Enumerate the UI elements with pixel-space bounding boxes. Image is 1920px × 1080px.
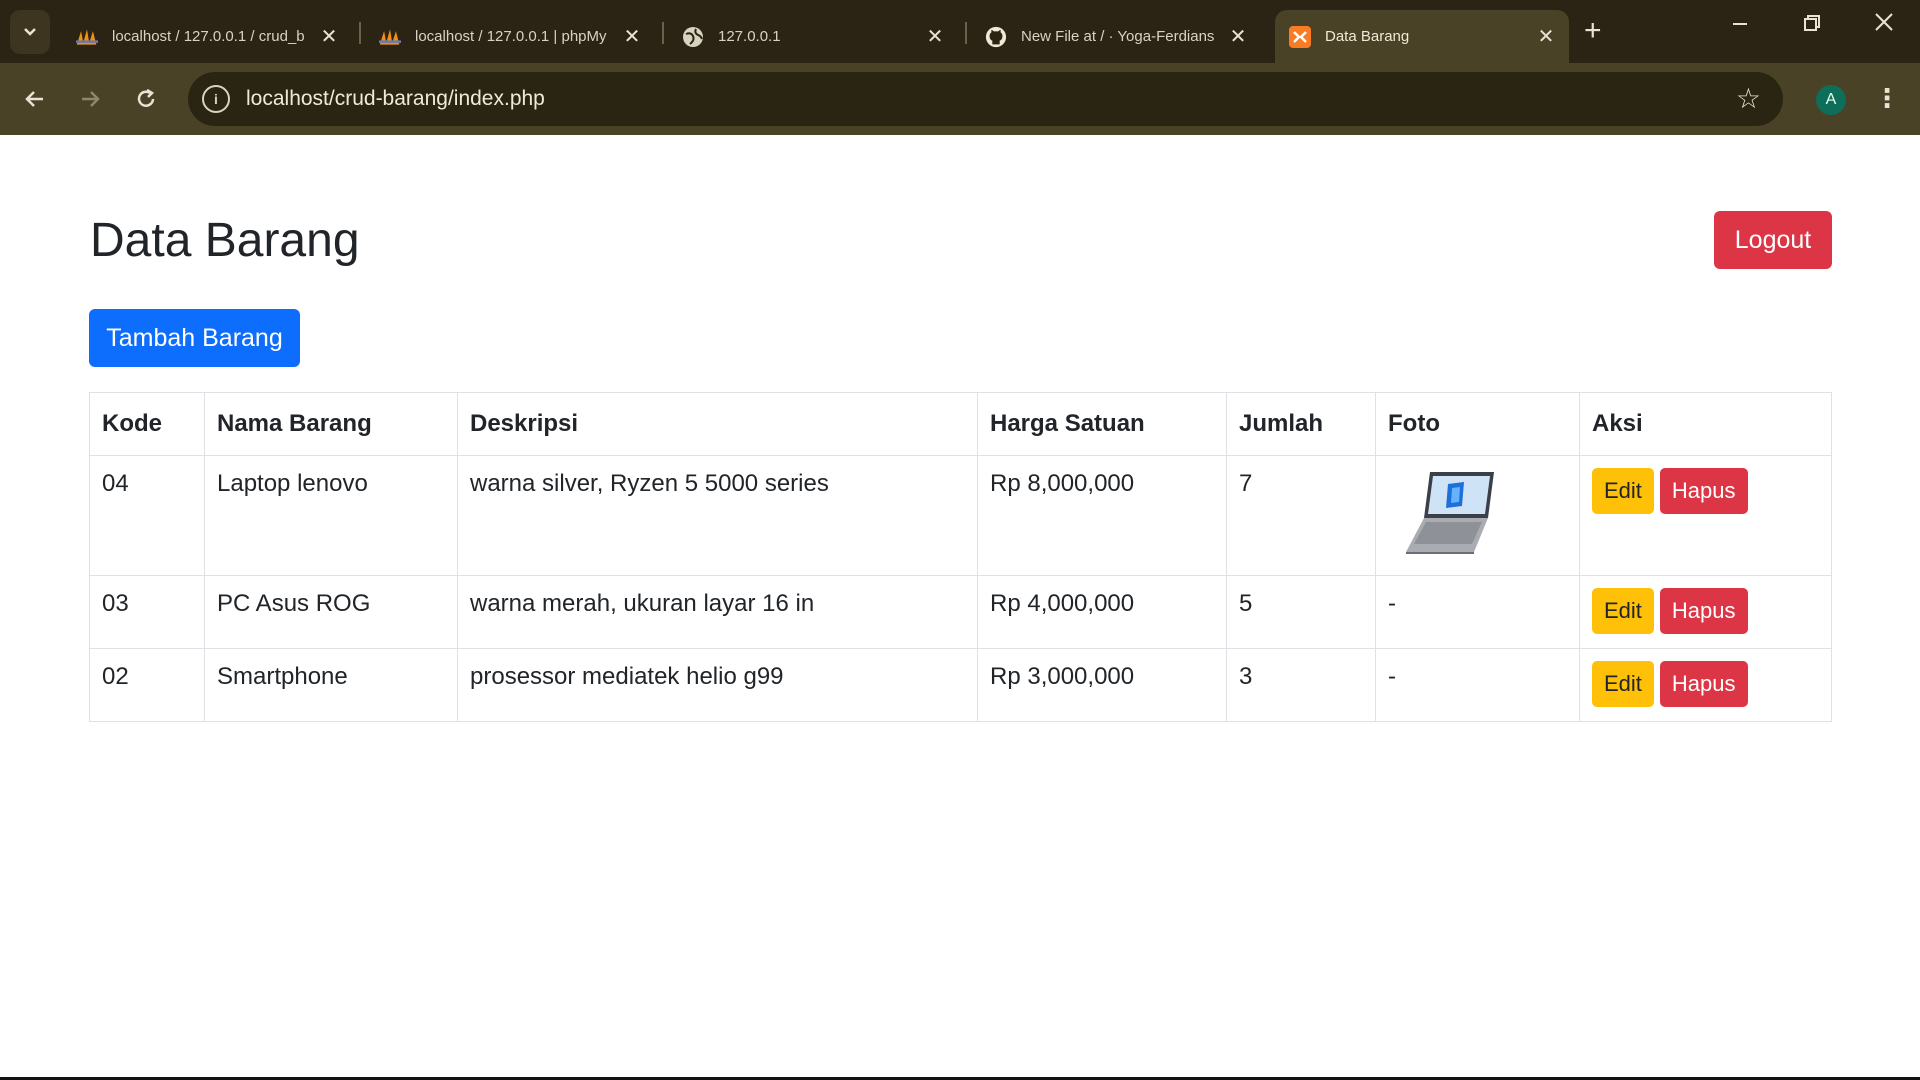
tab-phpmyadmin-1[interactable]: localhost / 127.0.0.1 / crud_b ✕ [62, 10, 352, 63]
close-icon[interactable]: ✕ [1537, 24, 1555, 49]
site-info-icon[interactable]: i [202, 85, 230, 113]
page-content: Data Barang Logout Tambah Barang Kode Na… [0, 135, 1920, 1080]
cell-foto: - [1375, 575, 1580, 649]
cell-foto: - [1375, 648, 1580, 722]
table-row: 03 PC Asus ROG warna merah, ukuran layar… [89, 575, 1832, 649]
cell-deskripsi: warna merah, ukuran layar 16 in [457, 575, 978, 649]
delete-button[interactable]: Hapus [1659, 468, 1748, 514]
tab-search-button[interactable] [10, 10, 50, 54]
cell-deskripsi: warna silver, Ryzen 5 5000 series [457, 455, 978, 576]
cell-kode: 02 [89, 648, 205, 722]
table-header-row: Kode Nama Barang Deskripsi Harga Satuan … [89, 392, 1832, 456]
cell-harga: Rp 4,000,000 [977, 575, 1227, 649]
tab-title: localhost / 127.0.0.1 / crud_b [112, 28, 305, 45]
github-icon [985, 26, 1007, 48]
phpmyadmin-icon [379, 26, 401, 48]
close-icon[interactable]: ✕ [926, 24, 944, 49]
phpmyadmin-icon [76, 26, 98, 48]
laptop-photo [1406, 472, 1494, 554]
header-foto: Foto [1375, 392, 1580, 456]
header-harga-satuan: Harga Satuan [977, 392, 1227, 456]
tab-localhost[interactable]: 127.0.0.1 ✕ [668, 10, 958, 63]
new-tab-icon[interactable]: + [1584, 14, 1602, 48]
restore-icon[interactable] [1803, 12, 1821, 38]
close-window-icon[interactable] [1874, 12, 1894, 38]
tab-title: New File at / · Yoga-Ferdians [1021, 28, 1215, 45]
tab-title: 127.0.0.1 [718, 28, 781, 45]
browser-toolbar: i localhost/crud-barang/index.php ☆ A ⋮ [0, 63, 1920, 135]
address-bar[interactable]: i localhost/crud-barang/index.php ☆ [188, 72, 1783, 126]
more-menu-icon[interactable]: ⋮ [1874, 83, 1900, 114]
close-icon[interactable]: ✕ [1229, 24, 1247, 49]
cell-aksi: Edit Hapus [1579, 455, 1832, 576]
cell-aksi: Edit Hapus [1579, 575, 1832, 649]
cell-foto [1375, 455, 1580, 576]
logout-button[interactable]: Logout [1714, 211, 1832, 269]
delete-button[interactable]: Hapus [1659, 588, 1748, 634]
profile-avatar[interactable]: A [1816, 85, 1846, 115]
forward-icon[interactable] [72, 81, 108, 117]
page-title: Data Barang [90, 214, 360, 267]
close-icon[interactable]: ✕ [623, 24, 641, 49]
close-icon[interactable]: ✕ [320, 24, 338, 49]
tab-bar: localhost / 127.0.0.1 / crud_b ✕ localho… [0, 0, 1920, 63]
chevron-down-icon [24, 28, 36, 36]
cell-jumlah: 3 [1226, 648, 1376, 722]
xampp-icon [1289, 25, 1311, 48]
delete-button[interactable]: Hapus [1659, 661, 1748, 707]
edit-button[interactable]: Edit [1592, 661, 1654, 707]
table-row: 02 Smartphone prosessor mediatek helio g… [89, 648, 1832, 722]
header-deskripsi: Deskripsi [457, 392, 978, 456]
minimize-icon[interactable] [1731, 12, 1749, 38]
tab-separator [965, 22, 967, 44]
cell-harga: Rp 3,000,000 [977, 648, 1227, 722]
tab-separator [662, 22, 664, 44]
bookmark-star-icon[interactable]: ☆ [1736, 82, 1761, 115]
cell-deskripsi: prosessor mediatek helio g99 [457, 648, 978, 722]
tab-separator [359, 22, 361, 44]
reload-icon[interactable] [128, 81, 164, 117]
edit-button[interactable]: Edit [1592, 468, 1654, 514]
tab-title: Data Barang [1325, 28, 1410, 45]
header-kode: Kode [89, 392, 205, 456]
tab-phpmyadmin-2[interactable]: localhost / 127.0.0.1 | phpMy ✕ [365, 10, 655, 63]
globe-icon [682, 26, 704, 48]
cell-nama: PC Asus ROG [204, 575, 458, 649]
edit-button[interactable]: Edit [1592, 588, 1654, 634]
items-table: Kode Nama Barang Deskripsi Harga Satuan … [89, 392, 1832, 722]
cell-nama: Laptop lenovo [204, 455, 458, 576]
tab-title: localhost / 127.0.0.1 | phpMy [415, 28, 607, 45]
cell-jumlah: 5 [1226, 575, 1376, 649]
cell-jumlah: 7 [1226, 455, 1376, 576]
header-jumlah: Jumlah [1226, 392, 1376, 456]
tab-data-barang[interactable]: Data Barang ✕ [1275, 10, 1569, 63]
url-text[interactable]: localhost/crud-barang/index.php [246, 87, 545, 111]
header-aksi: Aksi [1579, 392, 1832, 456]
tab-github[interactable]: New File at / · Yoga-Ferdians ✕ [971, 10, 1261, 63]
cell-kode: 04 [89, 455, 205, 576]
cell-aksi: Edit Hapus [1579, 648, 1832, 722]
back-icon[interactable] [17, 81, 53, 117]
cell-kode: 03 [89, 575, 205, 649]
add-item-button[interactable]: Tambah Barang [89, 309, 300, 367]
cell-nama: Smartphone [204, 648, 458, 722]
header-nama-barang: Nama Barang [204, 392, 458, 456]
cell-harga: Rp 8,000,000 [977, 455, 1227, 576]
table-row: 04 Laptop lenovo warna silver, Ryzen 5 5… [89, 455, 1832, 576]
